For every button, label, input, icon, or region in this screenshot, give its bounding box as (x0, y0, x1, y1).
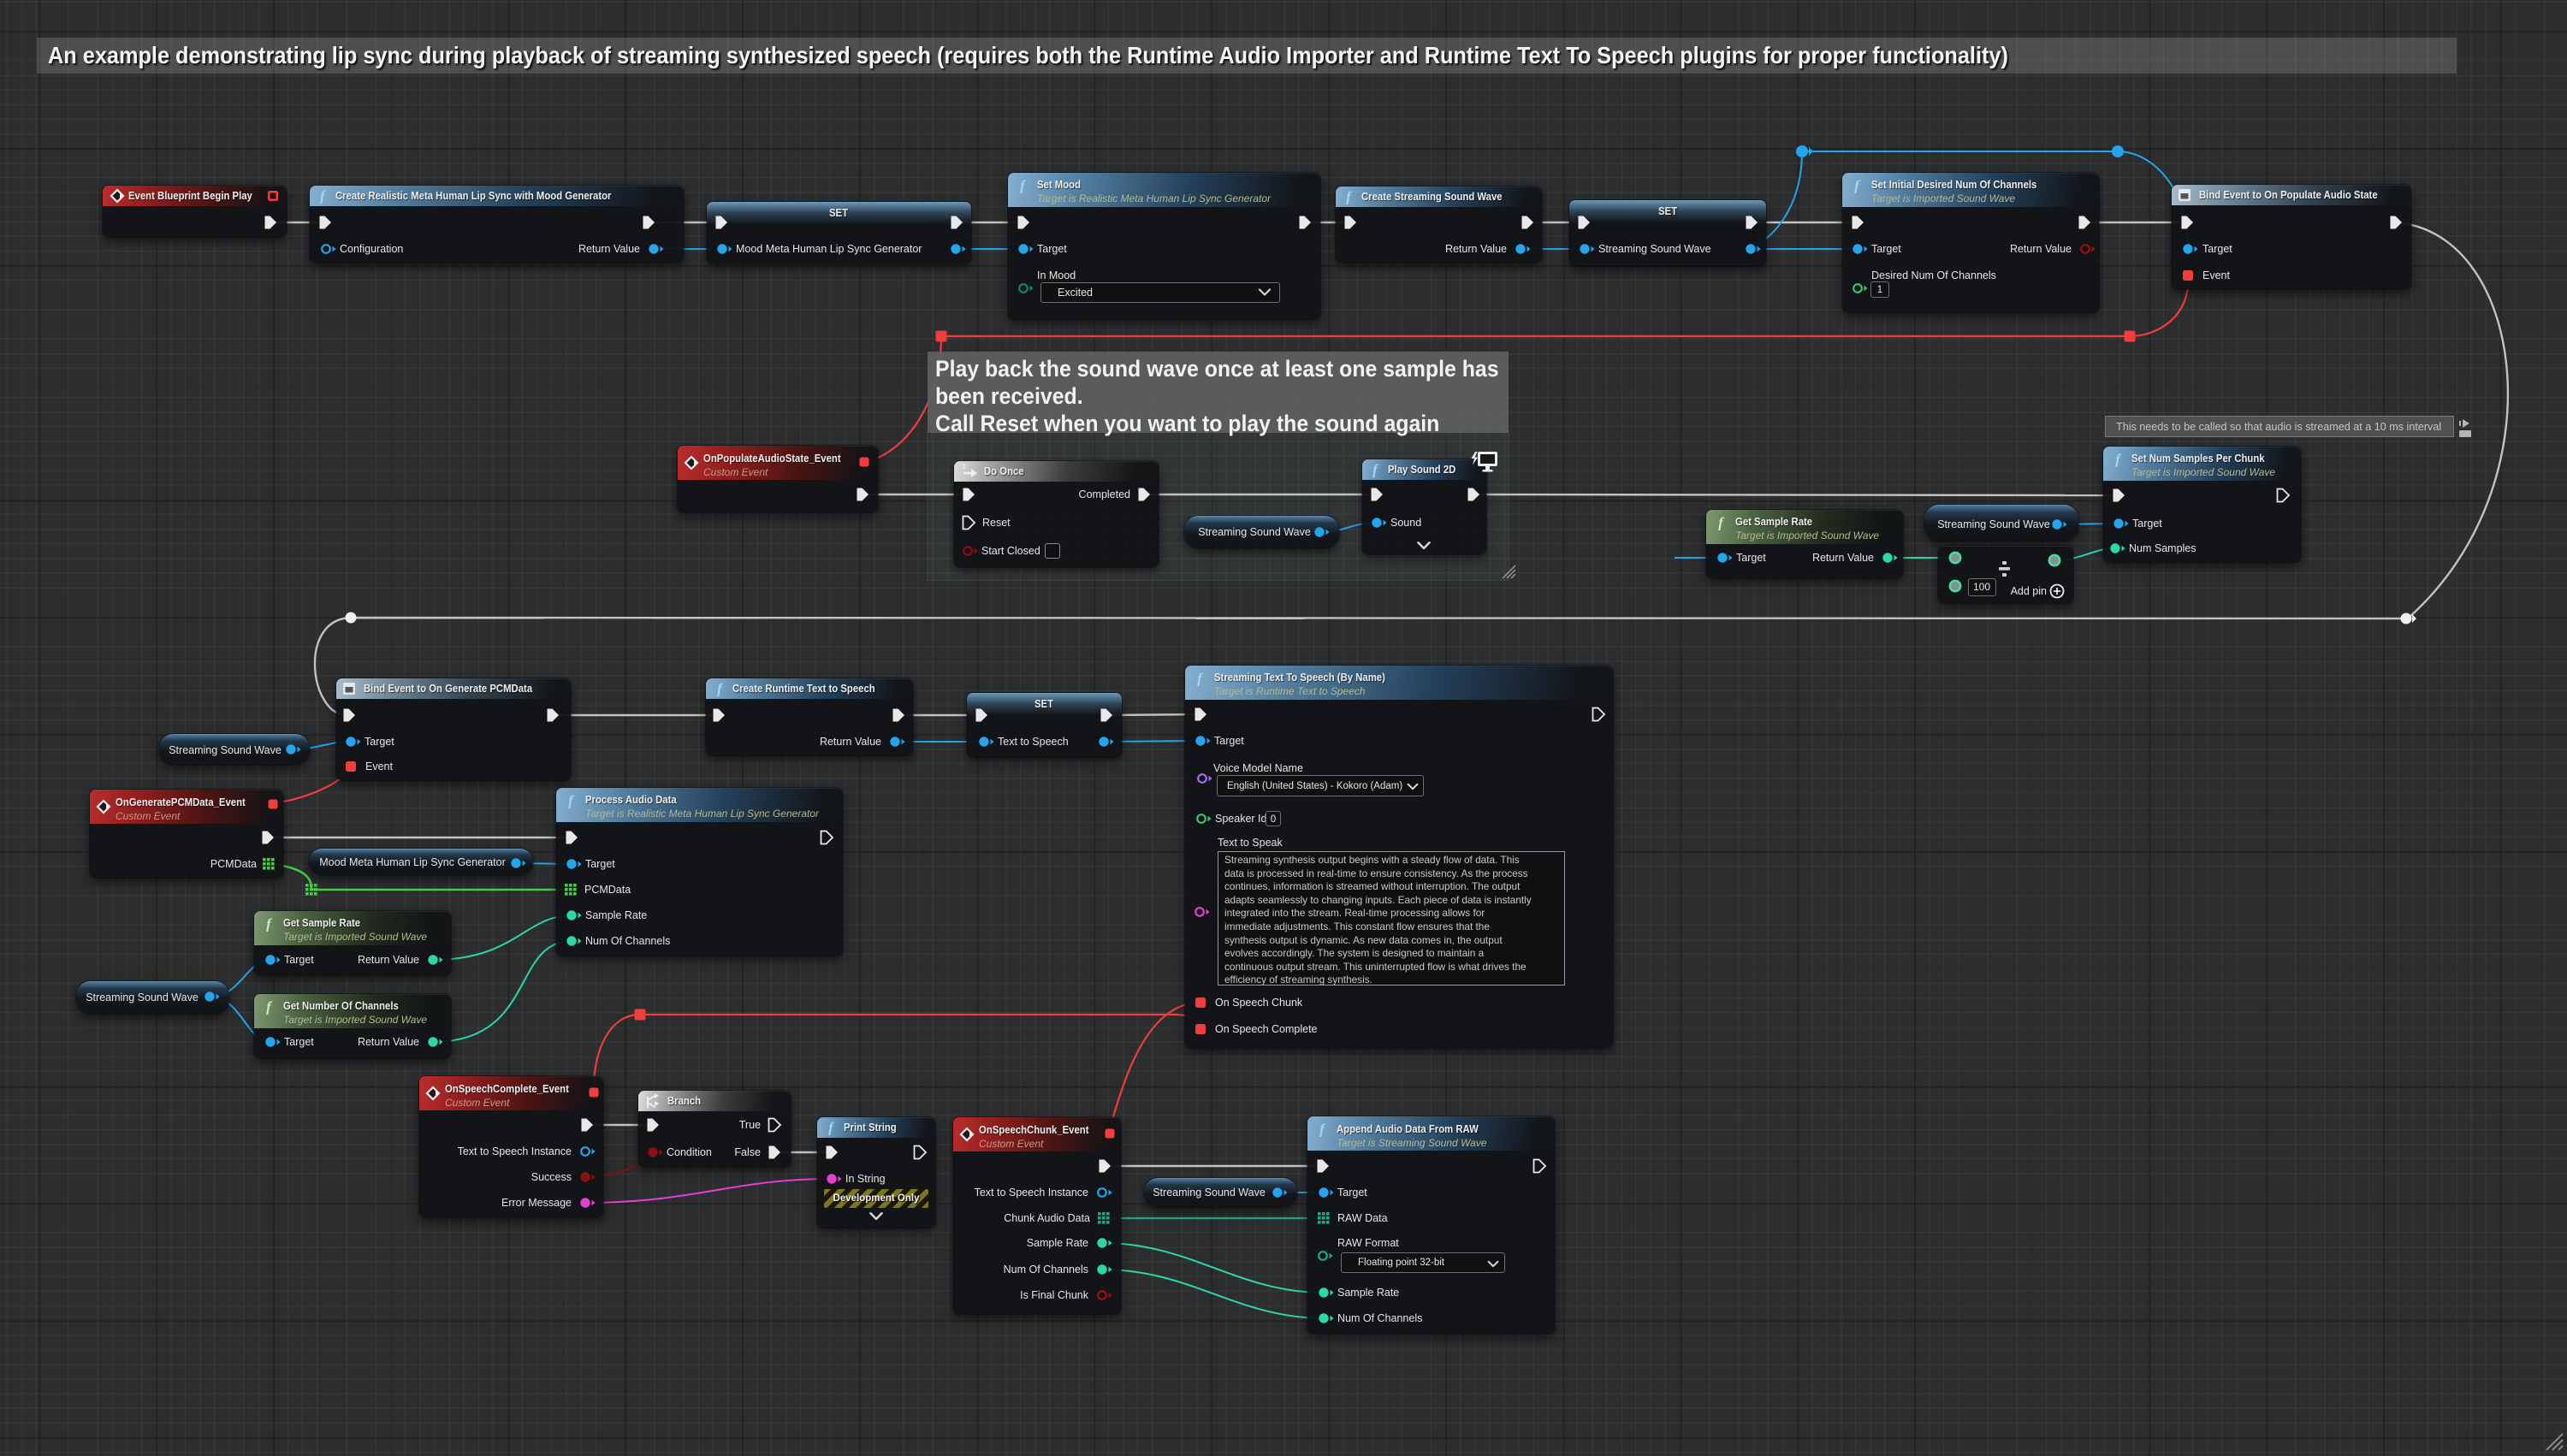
svg-text:f: f (1718, 515, 1725, 531)
svg-text:f: f (1319, 1122, 1326, 1138)
svg-text:f: f (1197, 671, 1204, 687)
svg-text:f: f (266, 999, 273, 1015)
svg-text:f: f (2115, 452, 2122, 468)
svg-text:f: f (568, 793, 575, 809)
svg-text:f: f (1346, 189, 1353, 205)
svg-text:f: f (828, 1120, 835, 1136)
svg-text:f: f (320, 188, 327, 204)
svg-text:f: f (266, 916, 273, 932)
svg-text:f: f (1854, 178, 1861, 194)
svg-text:f: f (1372, 462, 1379, 478)
svg-text:1: 1 (962, 462, 966, 471)
svg-text:f: f (717, 681, 724, 697)
svg-text:f: f (1020, 178, 1027, 194)
